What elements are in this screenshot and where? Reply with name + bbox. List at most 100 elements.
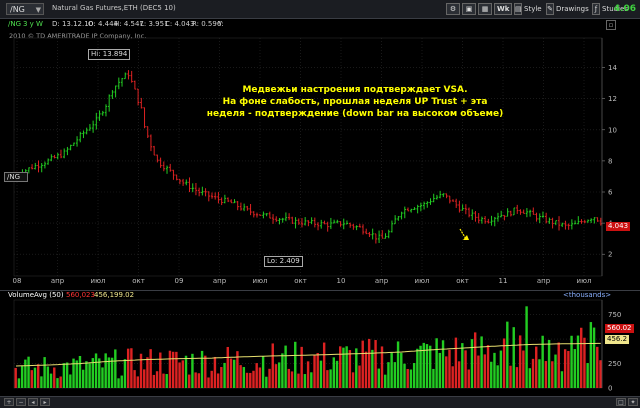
volume-bar [43,357,46,388]
volume-bar [596,346,599,388]
price-bar [593,217,596,224]
price-bar [400,211,403,220]
style-menu-button[interactable]: Style [524,3,542,15]
aggregation-button[interactable]: Wk [494,3,512,15]
price-chart[interactable]: 1412108642 08априюлокт09априюлокт10априю… [0,30,640,290]
volume-bar [551,361,554,388]
price-bar [496,212,500,222]
volume-bar [46,366,50,388]
volume-bar [184,355,188,388]
volume-bar [69,374,72,388]
volume-bar [544,361,548,388]
time-tick-label: июл [577,277,592,285]
aggregation-label: Wk [497,5,510,13]
studies-icon: ƒ [594,5,598,13]
price-bar [461,204,464,211]
price-bar [483,216,487,224]
volume-bar [351,372,355,388]
price-tick-label: 6 [608,189,613,197]
top-toolbar: /NG ▼ Natural Gas Futures,ETH (DEC5 10) … [0,0,640,19]
price-bar [59,149,63,159]
price-bar [493,216,496,227]
status-date: D: 13.12.10 [52,20,94,28]
fit-chart-button[interactable]: □ [616,398,626,406]
price-bar [506,208,509,217]
price-bar [252,211,255,218]
scroll-right-button[interactable]: ▸ [40,398,50,406]
settings-button[interactable]: ✦ [628,398,638,406]
volume-bar [412,363,416,388]
chevron-down-icon[interactable]: ▼ [36,4,41,16]
bottom-toolbar: + − ◂ ▸ □ ✦ [0,396,640,408]
price-bar [393,215,397,225]
price-bar [390,220,394,233]
screenshot-button[interactable]: ▣ [462,3,476,15]
style-icon-button[interactable]: ▤ [514,3,522,15]
volume-bar [554,354,557,388]
volume-chart[interactable]: 7505002500 [0,290,640,397]
volume-bar [268,368,271,388]
volume-bar [371,349,374,388]
price-bar [573,220,577,225]
maximize-icon[interactable]: ▫ [606,20,616,30]
volume-units-label: <thousands> [563,291,612,299]
symbol-selector-text: /NG [10,5,25,14]
volume-bar [339,346,342,388]
price-bar [297,218,300,225]
price-bar [239,202,243,211]
volume-tick-label: 250 [608,360,621,368]
volume-bar [355,348,358,388]
drawings-icon-button[interactable]: ✎ [546,3,554,15]
settings-gear-button[interactable]: ⚙ [446,3,460,15]
price-bar [410,208,413,213]
studies-icon-button[interactable]: ƒ [592,3,600,15]
price-bar [149,134,153,152]
price-bar [204,188,207,197]
price-bar [278,218,281,225]
volume-bar [17,378,21,388]
price-bar [397,216,400,221]
volume-bar [457,361,461,388]
price-bar [355,225,358,231]
price-tick-label: 14 [608,64,617,72]
secondary-symbol-box[interactable]: /NG [4,172,28,182]
volume-bar [445,356,448,388]
price-bar [37,160,40,173]
drawings-menu-button[interactable]: Drawings [556,3,589,15]
price-bar [387,229,390,239]
volume-bar [361,340,364,388]
grid-button[interactable]: ▦ [478,3,492,15]
price-bar [323,220,326,225]
volume-bar [313,355,316,388]
volume-bar [509,365,512,388]
symbol-selector[interactable]: /NG ▼ [6,3,44,15]
volume-bar [271,343,274,388]
volume-bar [438,352,442,388]
price-bar [509,210,513,217]
price-bar [271,214,275,224]
zoom-out-button[interactable]: − [16,398,26,406]
price-bar [570,219,574,230]
price-bar [143,107,146,129]
note-line-1: Медвежьи настроения подтверждает VSA. [242,85,468,95]
volume-bar [216,373,220,388]
volume-bar [541,335,544,388]
price-bar [352,223,355,230]
volume-bar [290,371,294,388]
volume-bar [416,348,419,388]
zoom-in-button[interactable]: + [4,398,14,406]
volume-bar [220,367,223,388]
volume-bar [512,327,515,388]
price-bar [40,163,43,173]
price-bar [371,228,374,240]
scroll-left-button[interactable]: ◂ [28,398,38,406]
time-tick-label: окт [132,277,145,285]
time-tick-label: окт [456,277,469,285]
volume-bar [130,348,133,388]
volume-bar [422,342,425,388]
volume-bar [367,338,371,388]
volume-bar [178,362,181,388]
volume-bar [563,349,567,388]
price-bar [464,204,468,215]
pencil-icon: ✎ [547,5,553,13]
